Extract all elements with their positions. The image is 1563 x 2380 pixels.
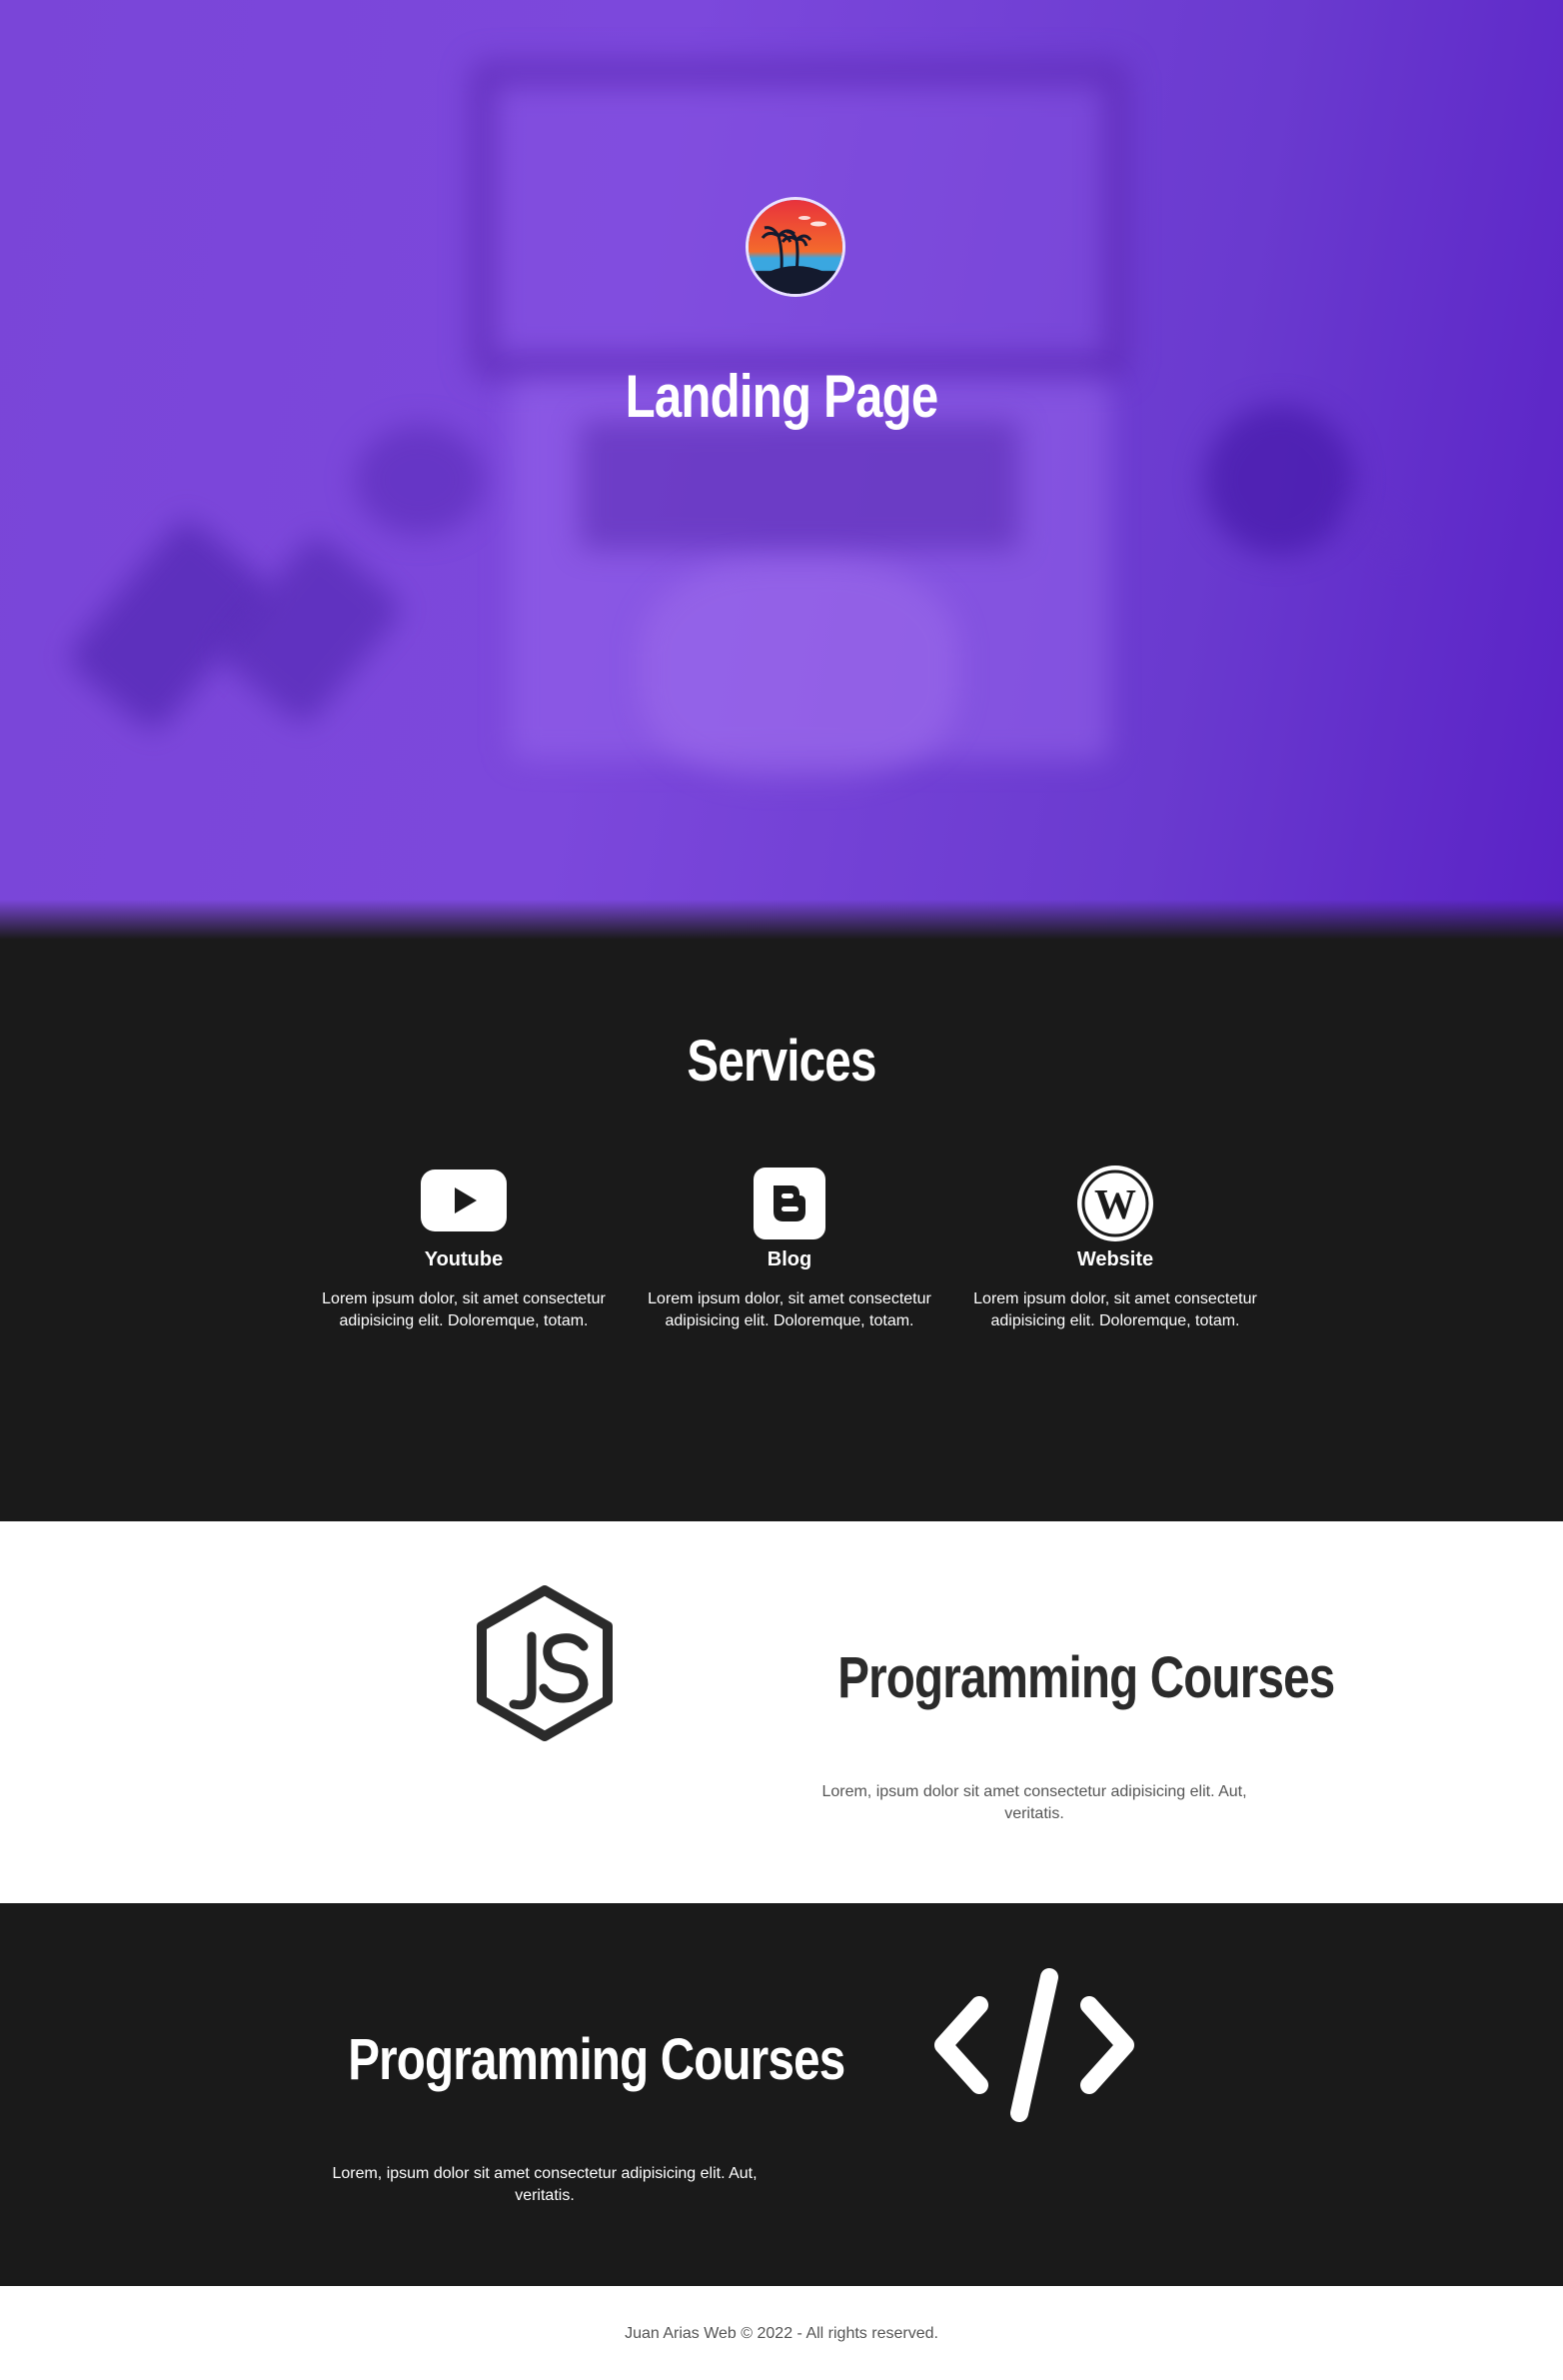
service-text-website: Lorem ipsum dolor, sit amet consectetur … <box>973 1290 1257 1329</box>
wordpress-icon: W <box>1076 1165 1154 1242</box>
hero-background-plant <box>355 425 485 535</box>
svg-text:W: W <box>1094 1183 1136 1228</box>
hero-bottom-fade <box>0 900 1563 940</box>
hero-title: Landing Page <box>625 363 939 430</box>
service-name-blog: Blog <box>767 1248 812 1270</box>
youtube-icon <box>421 1170 507 1231</box>
course-title-2: Programming Courses <box>348 2027 845 2092</box>
footer-copyright: Juan Arias Web © 2022 - All rights reser… <box>625 2325 938 2342</box>
courses-section-light: Programming Courses Lorem, ipsum dolor s… <box>0 1521 1563 1903</box>
courses-section-dark: Programming Courses Lorem, ipsum dolor s… <box>0 1903 1563 2286</box>
hero-background-keyboard <box>580 420 1019 550</box>
services-title: Services <box>687 1029 876 1094</box>
service-name-website: Website <box>1076 1248 1154 1270</box>
course-title-1: Programming Courses <box>837 1645 1335 1710</box>
palm-beach-logo-icon <box>746 197 845 297</box>
service-text-blog: Lorem ipsum dolor, sit amet consectetur … <box>648 1290 931 1329</box>
nodejs-icon <box>472 1584 618 1744</box>
hero-background-cup-handle <box>1337 494 1421 566</box>
service-name-youtube: Youtube <box>424 1248 504 1270</box>
hero-background-hand <box>640 560 959 780</box>
services-section: Services Youtube Lorem ipsum dolor, sit … <box>0 940 1563 1521</box>
course-text-2: Lorem, ipsum dolor sit amet consectetur … <box>332 2165 758 2204</box>
hero-section: Landing Page <box>0 0 1563 940</box>
blogger-icon <box>754 1168 825 1239</box>
hero-background-phone-2 <box>212 530 408 730</box>
code-icon <box>931 1965 1137 2125</box>
course-text-1: Lorem, ipsum dolor sit amet consectetur … <box>821 1783 1247 1822</box>
service-text-youtube: Lorem ipsum dolor, sit amet consectetur … <box>322 1290 606 1329</box>
footer: Juan Arias Web © 2022 - All rights reser… <box>0 2286 1563 2380</box>
